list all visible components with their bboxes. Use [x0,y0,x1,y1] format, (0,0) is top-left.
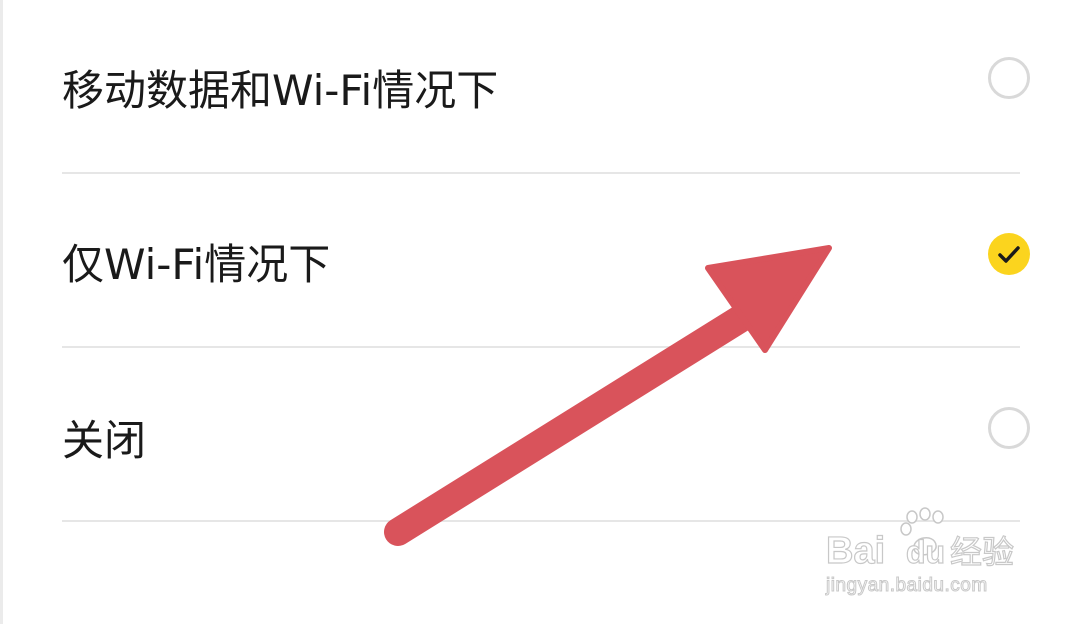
svg-text:经验: 经验 [950,533,1014,571]
svg-text:Bai: Bai [826,530,885,572]
svg-text:du: du [906,534,945,570]
watermark-url: jingyan.baidu.com [826,575,988,597]
